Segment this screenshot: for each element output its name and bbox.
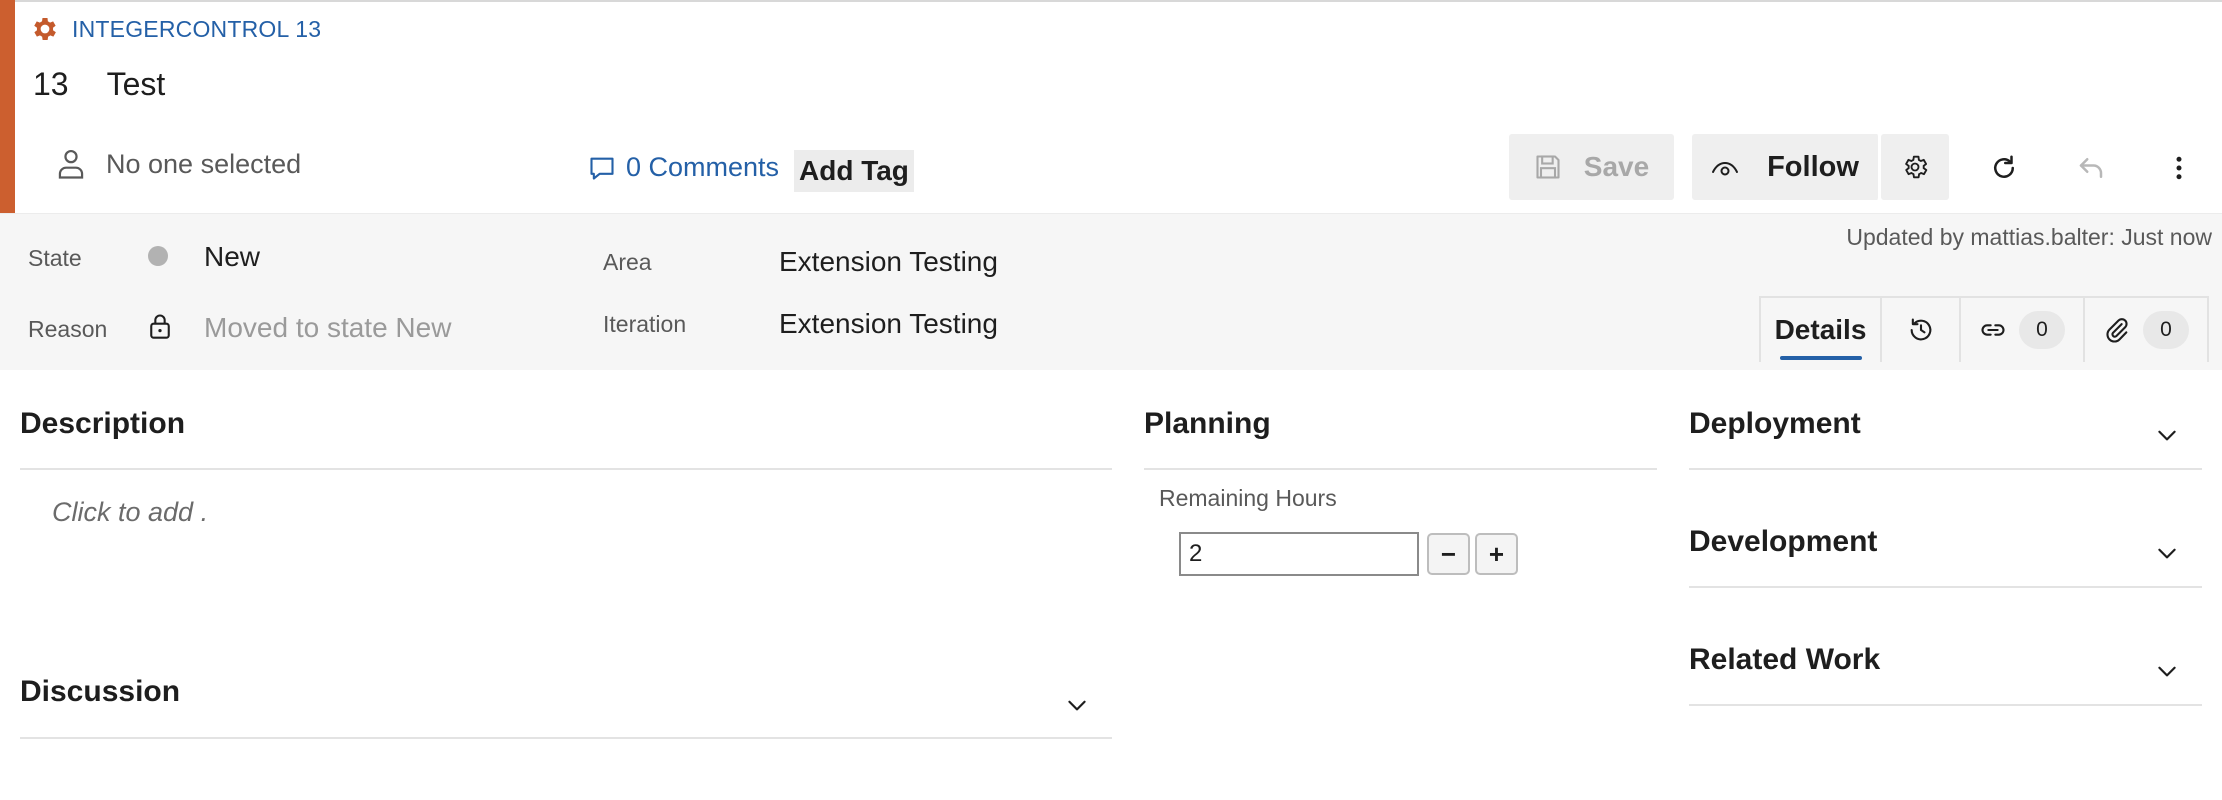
add-tag-button[interactable]: Add Tag	[794, 150, 914, 192]
description-section-title[interactable]: Description	[20, 407, 185, 441]
work-item-id: 13	[33, 66, 69, 102]
save-button[interactable]: Save	[1509, 134, 1674, 200]
discussion-divider	[20, 737, 1112, 739]
iteration-label: Iteration	[603, 311, 687, 337]
last-updated-text[interactable]: Updated by mattias.balter: Just now	[1846, 224, 2212, 251]
eye-icon	[1712, 161, 1739, 176]
state-indicator	[148, 246, 168, 266]
reason-label: Reason	[28, 316, 108, 342]
planning-divider	[1144, 468, 1657, 470]
chevron-down-icon[interactable]	[1064, 692, 1090, 718]
work-item-type-accent	[0, 0, 15, 213]
comments-link[interactable]: 0 Comments	[588, 152, 779, 183]
assignee-picker[interactable]: No one selected	[56, 148, 301, 180]
follow-button-label: Follow	[1767, 150, 1859, 183]
undo-button[interactable]	[2069, 146, 2113, 190]
planning-section-title[interactable]: Planning	[1144, 407, 1271, 441]
follow-button[interactable]: Follow	[1692, 134, 1880, 200]
description-divider	[20, 468, 1112, 470]
tab-history[interactable]	[1882, 298, 1961, 362]
iteration-value[interactable]: Extension Testing	[779, 308, 998, 340]
related-work-divider	[1689, 704, 2202, 706]
state-label: State	[28, 245, 82, 271]
lock-icon	[150, 314, 170, 339]
remaining-hours-input[interactable]	[1179, 532, 1419, 576]
undo-icon	[2079, 158, 2103, 178]
tab-links[interactable]: 0	[1961, 298, 2085, 362]
remaining-hours-label: Remaining Hours	[1159, 485, 1337, 511]
deployment-section-title[interactable]: Deployment	[1689, 407, 1861, 441]
tab-details[interactable]: Details	[1761, 298, 1882, 362]
tab-attachments[interactable]: 0	[2085, 298, 2207, 362]
increment-button[interactable]: +	[1475, 533, 1518, 575]
more-vertical-icon	[2176, 156, 2182, 180]
person-icon	[58, 149, 84, 179]
area-value[interactable]: Extension Testing	[779, 246, 998, 278]
chevron-down-icon[interactable]	[2154, 540, 2180, 566]
comment-icon	[590, 157, 614, 180]
settings-icon	[1905, 155, 1928, 179]
more-actions-button[interactable]	[2157, 146, 2201, 190]
follow-settings-button[interactable]	[1881, 134, 1949, 200]
chevron-down-icon[interactable]	[2154, 658, 2180, 684]
comments-label: 0 Comments	[626, 152, 780, 182]
link-icon	[1981, 324, 2005, 336]
state-value[interactable]: New	[204, 241, 260, 273]
work-item-title[interactable]: Test	[107, 66, 166, 103]
paperclip-icon	[2106, 318, 2128, 343]
refresh-button[interactable]	[1982, 146, 2026, 190]
work-item-type-label[interactable]: INTEGERCONTROL 13	[72, 16, 321, 43]
area-label: Area	[603, 249, 652, 275]
decrement-button[interactable]: −	[1427, 533, 1470, 575]
discussion-section-title[interactable]: Discussion	[20, 675, 180, 709]
refresh-icon	[1994, 155, 2014, 178]
description-placeholder[interactable]: Click to add .	[52, 497, 208, 528]
gear-icon	[30, 14, 60, 44]
assignee-label: No one selected	[106, 148, 302, 179]
development-divider	[1689, 586, 2202, 588]
work-item-title-row: 13 Test	[33, 66, 165, 103]
related-work-section-title[interactable]: Related Work	[1689, 643, 1880, 677]
save-icon	[1536, 155, 1560, 179]
work-item-tabs: Details 0 0	[1759, 296, 2209, 362]
history-icon	[1910, 318, 1931, 341]
development-section-title[interactable]: Development	[1689, 525, 1877, 559]
deployment-divider	[1689, 468, 2202, 470]
chevron-down-icon[interactable]	[2154, 422, 2180, 448]
attachments-count-badge: 0	[2143, 311, 2189, 349]
reason-value: Moved to state New	[204, 312, 452, 343]
save-button-label: Save	[1583, 151, 1650, 182]
top-border	[0, 0, 2222, 5]
work-item-type: INTEGERCONTROL 13	[30, 14, 321, 44]
links-count-badge: 0	[2019, 311, 2065, 349]
